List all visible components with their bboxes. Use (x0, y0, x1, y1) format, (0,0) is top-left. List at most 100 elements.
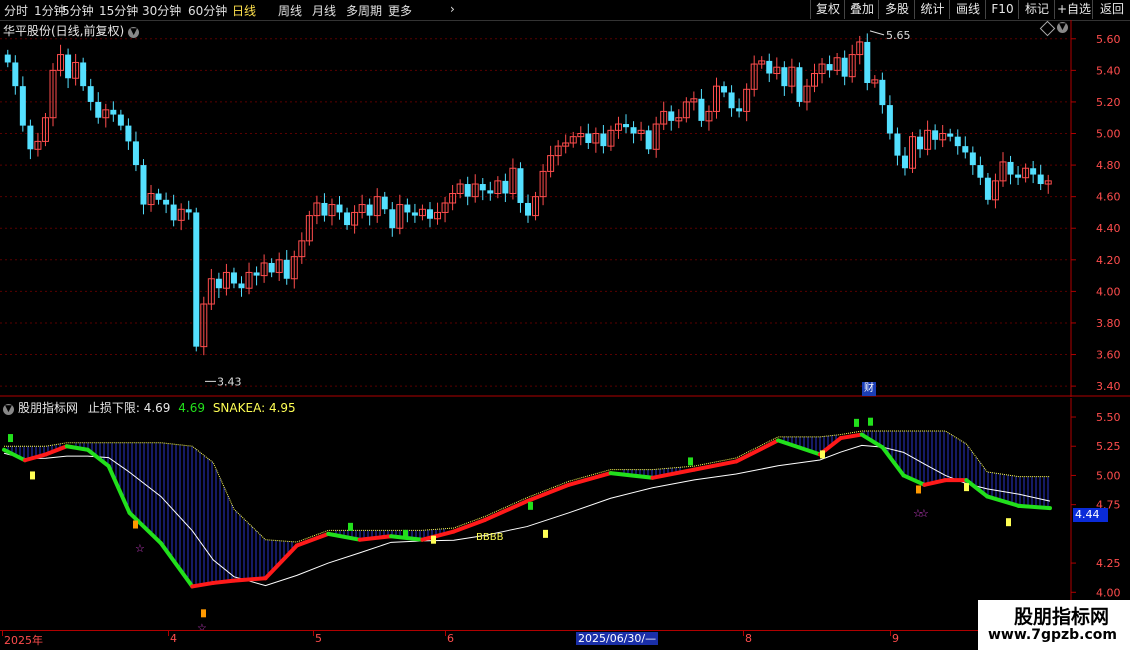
snake-segment (608, 471, 655, 480)
candle-body (932, 130, 939, 140)
x-axis-tick (168, 630, 169, 636)
finance-badge[interactable]: 财 (862, 382, 876, 396)
snake-segment (451, 517, 488, 534)
stock-title[interactable]: 华平股份(日线,前复权) ▼ (3, 22, 140, 39)
tab-7[interactable]: 周线 (278, 2, 302, 19)
star-marker: ☆ (135, 542, 145, 555)
sub-y-tick-label: 4.25 (1096, 557, 1121, 570)
candle-body (585, 133, 592, 143)
candle-body (977, 165, 984, 178)
watermark-title: 股朋指标网 (1014, 606, 1110, 628)
candle-body (600, 133, 607, 147)
toolbar-button-0[interactable]: 复权 (810, 0, 845, 19)
high-label: 5.65 (886, 29, 911, 42)
stop-label: 止损下限: (87, 401, 140, 415)
toolbar-button-8[interactable]: 返回 (1092, 0, 1130, 19)
signal-marker (348, 522, 353, 531)
tab-9[interactable]: 多周期 (346, 2, 382, 19)
signal-marker (133, 520, 138, 529)
candle-body (736, 108, 743, 112)
candle-body (283, 259, 290, 279)
chevron-right-icon[interactable]: › (450, 2, 455, 16)
snake-segment (263, 543, 299, 581)
snake-segment (692, 459, 739, 472)
candle-body (1015, 174, 1022, 178)
candle-body (155, 193, 162, 200)
y-tick-label: 5.40 (1096, 64, 1121, 77)
candle-body (781, 67, 788, 87)
candle-body (185, 209, 192, 213)
toolbar-button-1[interactable]: 叠加 (844, 0, 879, 19)
y-tick-label: 3.60 (1096, 349, 1121, 362)
timeframe-toolbar: 分时 1分钟 5分钟 15分钟 30分钟 60分钟 日线 周线 月线 多周期 更多 › 复权 叠加 多股 统计… (0, 0, 1130, 21)
candlestick-chart[interactable]: 5.60 5.40 5.20 5.00 4.80 4.60 4.40 4.20 4.00 3.80… (0, 20, 1130, 397)
x-axis-tick (890, 630, 891, 636)
indicator-title[interactable]: ▼ 股朋指标网 止损下限: 4.69 4.69 SNAKEA: 4.95 (3, 399, 296, 416)
candle-body (344, 212, 351, 226)
indicator-name: 股朋指标网 (18, 401, 79, 415)
candle-body (170, 204, 177, 221)
candle-body (65, 54, 72, 79)
x-axis-label: 2025年 (4, 634, 43, 647)
candle-body (721, 86, 728, 93)
signal-marker (854, 418, 859, 427)
candle-body (411, 212, 418, 216)
candle-body (826, 64, 833, 71)
settings-circle-icon[interactable]: ▼ (1057, 22, 1068, 33)
candle-body (886, 105, 893, 134)
signal-marker (820, 450, 825, 459)
x-axis-tick (2, 630, 3, 636)
candle-body (969, 152, 976, 166)
signal-marker (964, 483, 969, 492)
candle-body (19, 86, 26, 126)
snake-segment (64, 444, 90, 452)
snake-segment (734, 438, 781, 464)
toolbar-button-5[interactable]: F10 (985, 0, 1019, 19)
candle-body (623, 124, 630, 128)
chevron-down-icon[interactable]: ▼ (128, 27, 140, 38)
tab-3[interactable]: 15分钟 (99, 2, 138, 19)
candle-body (1037, 174, 1044, 185)
candle-body (366, 204, 373, 216)
toolbar-button-2[interactable]: 多股 (878, 0, 915, 19)
snake-segment (85, 447, 111, 469)
candle-body (525, 202, 531, 216)
stock-name: 华平股份(日线,前复权) (3, 24, 125, 38)
signal-marker (688, 457, 693, 466)
candle-body (766, 60, 773, 74)
tab-8[interactable]: 月线 (312, 2, 336, 19)
tab-1[interactable]: 1分钟 (34, 2, 66, 19)
snake-segment (294, 531, 331, 548)
indicator-chart[interactable]: 5.505.255.004.754.254.003.75☆☆☆☆☆BBBB (0, 398, 1130, 630)
candle-body (864, 41, 871, 83)
candle-body (163, 199, 170, 205)
snake-segment (1016, 503, 1052, 511)
candle-body (268, 262, 275, 273)
toolbar-button-3[interactable]: 统计 (914, 0, 950, 19)
cursor-date-box: 2025/06/30/— (576, 632, 659, 645)
y-tick-label: 4.40 (1096, 222, 1121, 235)
toolbar-button-6[interactable]: 标记 (1018, 0, 1055, 19)
signal-marker (528, 501, 533, 510)
toolbar-button-7[interactable]: +自选 (1054, 0, 1093, 19)
toolbar-button-4[interactable]: 画线 (949, 0, 986, 19)
tab-5[interactable]: 60分钟 (188, 2, 227, 19)
snake-segment (483, 499, 529, 522)
y-tick-label: 4.60 (1096, 191, 1121, 204)
snake-segment (566, 471, 613, 487)
tab-0[interactable]: 分时 (4, 2, 28, 19)
tab-10[interactable]: 更多 (388, 2, 412, 19)
signal-marker (1006, 518, 1011, 527)
candle-body (984, 177, 991, 200)
y-tick-label: 5.00 (1096, 128, 1121, 141)
tab-6[interactable]: 日线 (232, 2, 256, 19)
high-pointer (869, 30, 885, 36)
candle-body (336, 204, 343, 213)
snake-label: SNAKEA: (212, 401, 266, 415)
chevron-down-icon[interactable]: ▼ (3, 404, 14, 415)
tab-4[interactable]: 30分钟 (142, 2, 181, 19)
candle-body (12, 62, 19, 87)
tab-2[interactable]: 5分钟 (62, 2, 94, 19)
y-tick-label: 5.20 (1096, 96, 1121, 109)
candle-body (645, 130, 652, 150)
